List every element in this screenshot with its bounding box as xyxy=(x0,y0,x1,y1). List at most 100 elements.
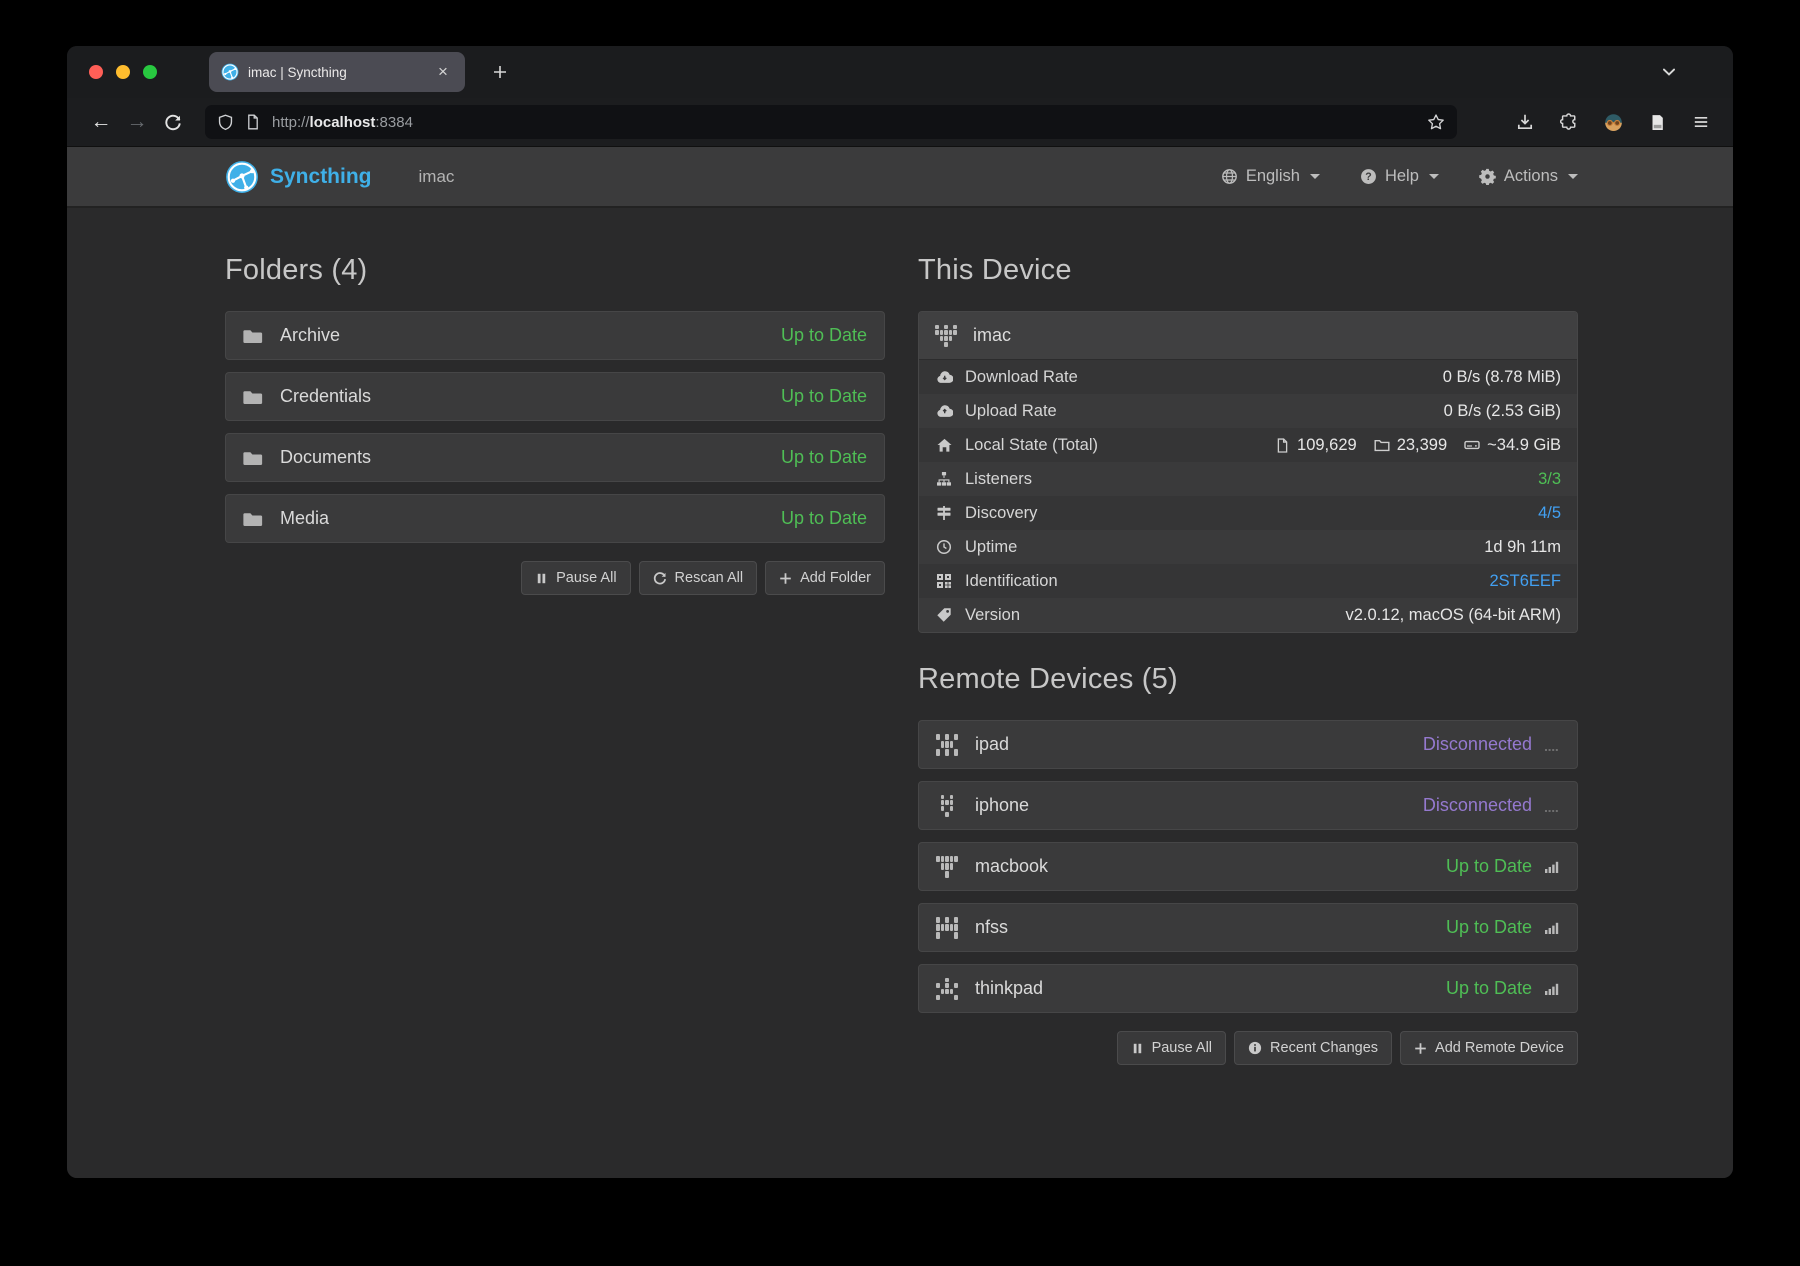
globe-icon xyxy=(1221,168,1238,185)
row-label: Version xyxy=(965,606,1020,625)
tag-icon xyxy=(936,607,952,623)
back-button[interactable]: ← xyxy=(83,105,119,139)
download-rate-row: Download Rate 0 B/s (8.78 MiB) xyxy=(919,360,1577,394)
version-row: Version v2.0.12, macOS (64-bit ARM) xyxy=(919,598,1577,632)
device-name: nfss xyxy=(975,917,1446,938)
this-device-title: This Device xyxy=(918,254,1578,287)
help-menu[interactable]: ? Help xyxy=(1360,167,1439,186)
plus-icon xyxy=(779,572,792,585)
page-content: Syncthing imac English ? xyxy=(67,147,1733,1178)
tab-close-icon[interactable]: × xyxy=(433,62,453,82)
uptime-row: Uptime 1d 9h 11m xyxy=(919,530,1577,564)
cloud-upload-icon xyxy=(936,403,953,420)
clock-icon xyxy=(936,539,952,555)
zoom-window-button[interactable] xyxy=(143,65,157,79)
device-identicon xyxy=(936,978,958,1000)
actions-menu[interactable]: Actions xyxy=(1479,167,1578,186)
uptime-value: 1d 9h 11m xyxy=(1484,538,1561,557)
svg-text:?: ? xyxy=(1365,171,1371,183)
browser-tab[interactable]: imac | Syncthing × xyxy=(209,52,465,92)
url-bar[interactable]: http://localhost:8384 xyxy=(205,105,1457,139)
adblock-extension-button[interactable] xyxy=(1597,106,1629,138)
qr-code-icon xyxy=(936,573,952,589)
folder-outline-icon xyxy=(1374,437,1390,453)
signal-full-icon xyxy=(1544,920,1560,936)
language-menu[interactable]: English xyxy=(1221,167,1320,186)
new-tab-button[interactable] xyxy=(485,57,515,87)
downloads-button[interactable] xyxy=(1509,106,1541,138)
row-label: Upload Rate xyxy=(965,402,1057,421)
toolbar-icons xyxy=(1509,106,1717,138)
listeners-row: Listeners 3/3 xyxy=(919,462,1577,496)
folder-status: Up to Date xyxy=(781,325,867,346)
forward-button[interactable]: → xyxy=(119,105,155,139)
this-device-name: imac xyxy=(973,325,1011,346)
caret-down-icon xyxy=(1568,174,1578,179)
add-folder-button[interactable]: Add Folder xyxy=(765,561,885,595)
folder-row-documents[interactable]: Documents Up to Date xyxy=(225,433,885,482)
gear-icon xyxy=(1479,168,1496,185)
folders-title: Folders (4) xyxy=(225,254,885,287)
reload-icon xyxy=(164,113,182,131)
identification-link[interactable]: 2ST6EEF xyxy=(1489,572,1561,591)
hamburger-icon xyxy=(1692,113,1710,131)
device-row-nfss[interactable]: nfss Up to Date xyxy=(918,903,1578,952)
folder-row-media[interactable]: Media Up to Date xyxy=(225,494,885,543)
caret-down-icon xyxy=(1310,174,1320,179)
reload-button[interactable] xyxy=(155,105,191,139)
folder-row-credentials[interactable]: Credentials Up to Date xyxy=(225,372,885,421)
url-text: http://localhost:8384 xyxy=(272,114,1427,131)
remote-devices-actions: Pause All Recent Changes Add Remote xyxy=(918,1031,1578,1065)
brand-name: Syncthing xyxy=(270,165,372,189)
this-device-header[interactable]: imac xyxy=(919,312,1577,360)
row-value: 0 B/s (8.78 MiB) xyxy=(1443,368,1561,387)
row-value: 0 B/s (2.53 GiB) xyxy=(1444,402,1561,421)
tab-list-button[interactable] xyxy=(1660,63,1678,81)
rescan-all-button[interactable]: Rescan All xyxy=(639,561,758,595)
bookmark-star-icon[interactable] xyxy=(1427,113,1445,131)
local-folders-count: 23,399 xyxy=(1397,436,1447,455)
device-row-ipad[interactable]: ipad Disconnected xyxy=(918,720,1578,769)
row-label: Local State (Total) xyxy=(965,436,1098,455)
page-info-icon[interactable] xyxy=(245,114,261,130)
syncthing-logo xyxy=(225,160,259,194)
recent-changes-button[interactable]: Recent Changes xyxy=(1234,1031,1392,1065)
menu-button[interactable] xyxy=(1685,106,1717,138)
device-row-macbook[interactable]: macbook Up to Date xyxy=(918,842,1578,891)
recent-changes-label: Recent Changes xyxy=(1270,1040,1378,1056)
home-icon xyxy=(936,437,953,454)
version-value: v2.0.12, macOS (64-bit ARM) xyxy=(1346,606,1562,625)
syncthing-navbar: Syncthing imac English ? xyxy=(67,147,1733,208)
add-remote-device-button[interactable]: Add Remote Device xyxy=(1400,1031,1578,1065)
listeners-value: 3/3 xyxy=(1538,470,1561,489)
pause-all-folders-button[interactable]: Pause All xyxy=(521,561,630,595)
shield-icon[interactable] xyxy=(217,114,234,131)
folder-status: Up to Date xyxy=(781,447,867,468)
device-row-thinkpad[interactable]: thinkpad Up to Date xyxy=(918,964,1578,1013)
language-label: English xyxy=(1246,167,1300,186)
pause-all-devices-button[interactable]: Pause All xyxy=(1117,1031,1226,1065)
device-status: Disconnected xyxy=(1423,795,1532,816)
device-name: iphone xyxy=(975,795,1423,816)
reader-extension-button[interactable] xyxy=(1641,106,1673,138)
row-label: Identification xyxy=(965,572,1058,591)
minimize-window-button[interactable] xyxy=(116,65,130,79)
folder-icon xyxy=(243,509,263,529)
document-icon xyxy=(1649,114,1666,131)
rescan-all-label: Rescan All xyxy=(675,570,744,586)
local-size: ~34.9 GiB xyxy=(1487,436,1561,455)
syncthing-brand[interactable]: Syncthing xyxy=(225,160,372,194)
folder-row-archive[interactable]: Archive Up to Date xyxy=(225,311,885,360)
actions-label: Actions xyxy=(1504,167,1558,186)
device-status: Disconnected xyxy=(1423,734,1532,755)
device-identicon xyxy=(936,795,958,817)
device-status: Up to Date xyxy=(1446,917,1532,938)
close-window-button[interactable] xyxy=(89,65,103,79)
extensions-button[interactable] xyxy=(1553,106,1585,138)
folder-icon xyxy=(243,448,263,468)
folder-icon xyxy=(243,387,263,407)
help-label: Help xyxy=(1385,167,1419,186)
device-row-iphone[interactable]: iphone Disconnected xyxy=(918,781,1578,830)
devices-column: This Device imac Download Rate 0 B/s (8.… xyxy=(918,254,1578,1178)
plus-icon xyxy=(492,64,508,80)
